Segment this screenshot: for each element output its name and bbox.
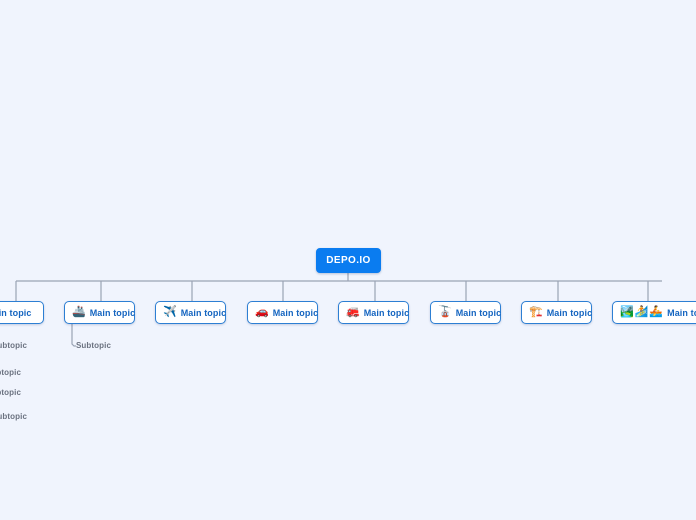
fire-engine-icon: 🚒 [346,307,360,318]
main-topic-node-5[interactable]: 🚒 Main topic [338,301,409,324]
ship-icon: 🚢 [72,307,86,318]
subtopic-label-5[interactable]: Subtopic [0,412,27,421]
main-topic-node-1[interactable]: Main topic [0,301,44,324]
main-topic-label: Main topic [547,308,593,318]
main-topic-label: Main topic [667,308,696,318]
landscape-icon: 🏞️ [620,307,634,318]
root-node-depo-io[interactable]: DEPO.IO [316,248,381,273]
main-topic-node-3[interactable]: ✈️ Main topic [155,301,226,324]
aerial-tramway-icon: 🚡 [438,307,452,318]
subtopic-label-3[interactable]: Subtopic [0,368,21,377]
node-icon-group: 🚗 [255,307,269,318]
rowboat-icon: 🚣 [649,307,663,318]
main-topic-node-7[interactable]: 🏗️ Main topic [521,301,592,324]
main-topic-label: Main topic [90,308,136,318]
subtopic-label-2[interactable]: Subtopic [76,341,111,350]
node-icon-group: 🏞️🏄🚣 [620,307,663,318]
construction-icon: 🏗️ [529,307,543,318]
main-topic-label: Main topic [456,308,502,318]
node-icon-group: 🏗️ [529,307,543,318]
node-icon-group: 🚒 [346,307,360,318]
node-icon-group: 🚢 [72,307,86,318]
main-topic-node-8[interactable]: 🏞️🏄🚣 Main topic [612,301,696,324]
main-topic-label: Main topic [181,308,227,318]
main-topic-label: Main topic [273,308,319,318]
root-node-label: DEPO.IO [326,255,370,266]
node-icon-group: ✈️ [163,307,177,318]
main-topic-label: Main topic [0,308,32,318]
main-topic-node-4[interactable]: 🚗 Main topic [247,301,318,324]
main-topic-label: Main topic [364,308,410,318]
main-topic-node-6[interactable]: 🚡 Main topic [430,301,501,324]
mindmap-canvas[interactable]: DEPO.IO Main topic 🚢 Main topic ✈️ Main topi… [0,0,696,520]
main-topic-node-2[interactable]: 🚢 Main topic [64,301,135,324]
subtopic-label-4[interactable]: Subtopic [0,388,21,397]
subtopic-label-1[interactable]: Subtopic [0,341,27,350]
car-icon: 🚗 [255,307,269,318]
airplane-icon: ✈️ [163,307,177,318]
node-icon-group: 🚡 [438,307,452,318]
surfer-icon: 🏄 [635,307,649,318]
